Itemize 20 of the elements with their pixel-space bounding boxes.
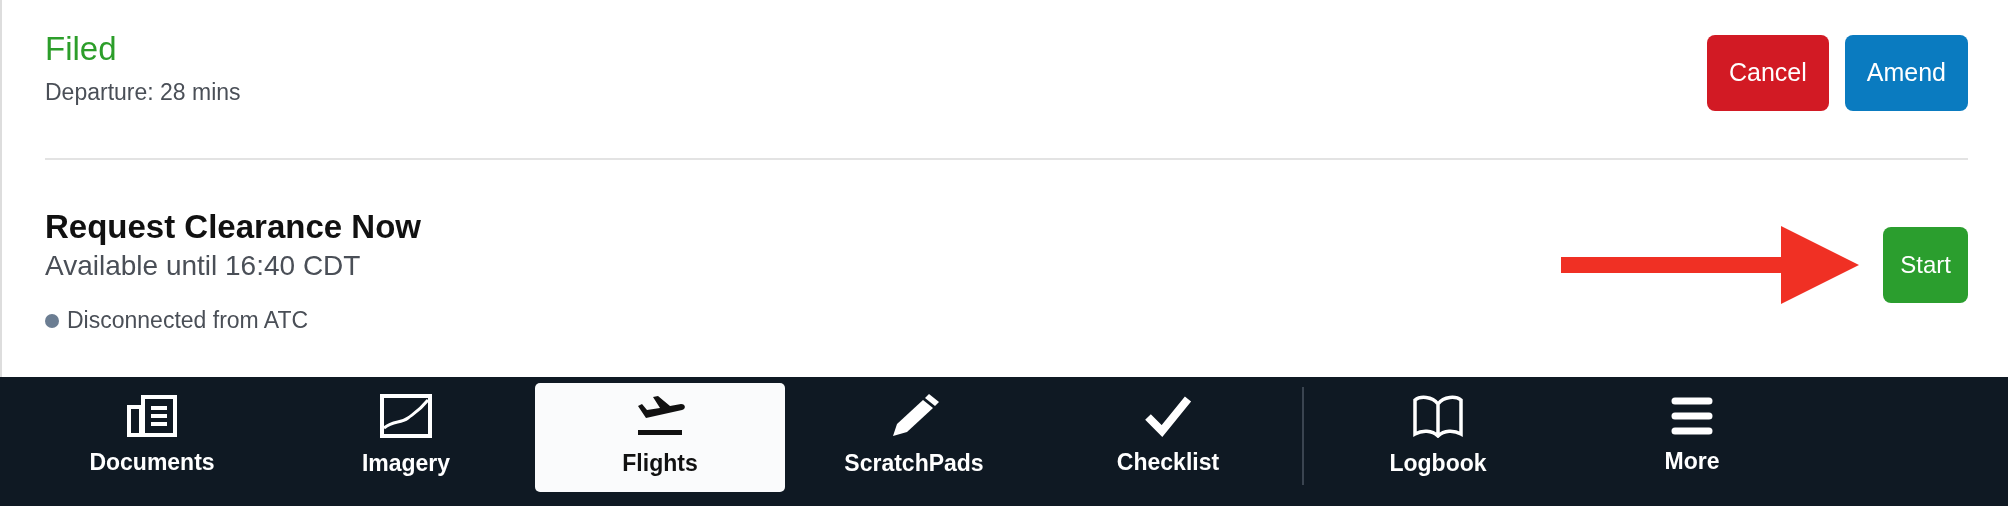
- menu-icon: [1671, 396, 1713, 437]
- tab-button[interactable]: Documents: [27, 383, 277, 492]
- tab-button[interactable]: More: [1567, 383, 1817, 492]
- tab-button[interactable]: Imagery: [281, 383, 531, 492]
- tab-button[interactable]: Checklist: [1043, 383, 1293, 492]
- status-dot: [45, 313, 59, 328]
- departure-text: Departure: 28 mins: [45, 77, 241, 107]
- tab-button[interactable]: Flights: [535, 383, 785, 492]
- document-icon: [127, 395, 177, 438]
- tab-button[interactable]: Logbook: [1313, 383, 1563, 492]
- checkmark-icon: [1144, 395, 1192, 438]
- clearance-title: Request Clearance Now: [45, 209, 421, 246]
- image-icon: [380, 394, 432, 439]
- availability-text: Available until 16:40 CDT: [45, 249, 362, 284]
- amend-button[interactable]: Amend: [1844, 35, 1968, 111]
- status-text: Filed: [45, 30, 118, 67]
- tab-button[interactable]: ScratchPads: [789, 383, 1039, 492]
- book-icon: [1412, 394, 1464, 439]
- cancel-button[interactable]: Cancel: [1706, 35, 1829, 111]
- connection-status: Disconnected from ATC: [67, 306, 309, 336]
